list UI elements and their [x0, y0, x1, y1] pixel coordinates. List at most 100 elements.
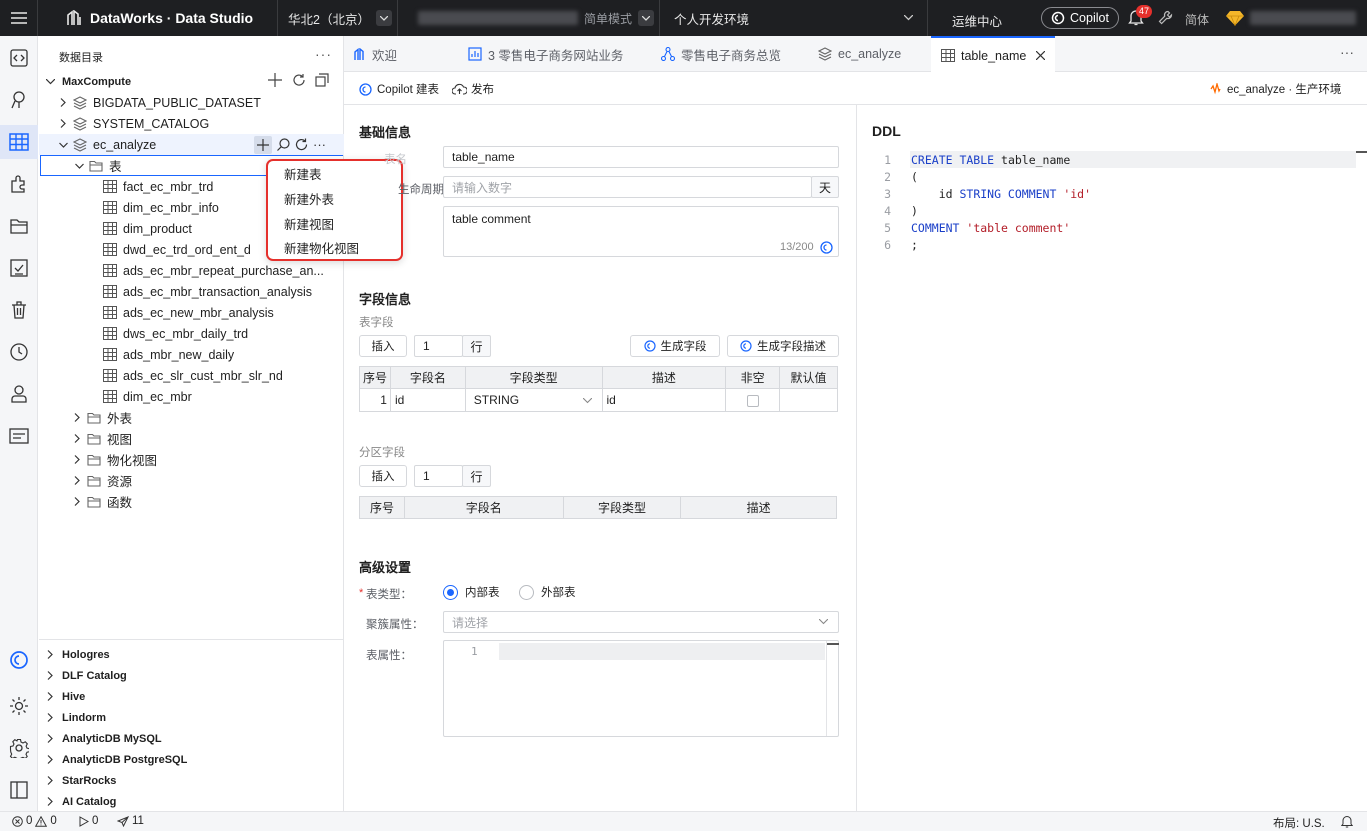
region-selector[interactable]: 华北2（北京）	[278, 0, 398, 36]
extensions-nav[interactable]	[7, 172, 31, 196]
tree-table-item[interactable]: ads_ec_new_mbr_analysis	[39, 302, 344, 323]
catalog-section[interactable]: Hologres	[39, 644, 344, 665]
insert-count-input[interactable]: 1	[414, 335, 463, 357]
generate-desc-button[interactable]: 生成字段描述	[727, 335, 839, 357]
ops-center-link[interactable]: 运维中心	[952, 11, 1002, 30]
internal-table-radio[interactable]: 内部表	[443, 584, 500, 600]
notifications-status-button[interactable]	[1341, 815, 1353, 828]
copilot-comment-button[interactable]	[820, 241, 833, 254]
environment-selector[interactable]: 个人开发环境	[660, 0, 928, 36]
menu-item-new-table[interactable]: 新建表	[284, 164, 322, 183]
tree-item-label: dwd_ec_trd_ord_ent_d	[123, 242, 251, 257]
tree-folder-functions[interactable]: 函数	[39, 491, 344, 512]
copilot-button[interactable]: Copilot	[1041, 7, 1119, 29]
insert-partition-button[interactable]: 插入	[359, 465, 407, 487]
menu-item-new-view[interactable]: 新建视图	[284, 214, 334, 233]
lifecycle-input[interactable]: 请输入数字	[443, 176, 812, 198]
field-desc-cell[interactable]: id	[601, 388, 727, 412]
language-switch[interactable]: 简体	[1185, 11, 1209, 28]
cluster-select[interactable]: 请选择	[443, 611, 839, 633]
tab-retail-overview[interactable]: 零售电子商务总览	[661, 36, 781, 72]
catalog-section[interactable]: AnalyticDB MySQL	[39, 728, 344, 749]
default-value-cell[interactable]	[779, 388, 838, 412]
catalog-section[interactable]: AI Catalog	[39, 791, 344, 812]
tree-item-bigdata-public-dataset[interactable]: BIGDATA_PUBLIC_DATASET	[39, 92, 344, 113]
user-nav[interactable]	[7, 382, 31, 406]
settings-nav[interactable]	[7, 736, 31, 760]
environment-label: 个人开发环境	[674, 12, 750, 27]
partition-count-input[interactable]: 1	[414, 465, 463, 487]
external-table-radio[interactable]: 外部表	[519, 584, 576, 600]
tab-retail-business[interactable]: 3 零售电子商务网站业务	[468, 36, 623, 72]
tree-folder-external-tables[interactable]: 外表	[39, 407, 344, 428]
refresh-button[interactable]	[292, 73, 306, 87]
tree-folder-materialized-views[interactable]: 物化视图	[39, 449, 344, 470]
theme-nav[interactable]	[7, 694, 31, 718]
tree-folder-views[interactable]: 视图	[39, 428, 344, 449]
copilot-nav[interactable]	[7, 648, 31, 672]
not-null-checkbox-cell[interactable]	[725, 388, 781, 412]
workspace-selector[interactable]: 简单模式	[398, 0, 660, 36]
catalog-section[interactable]: AnalyticDB PostgreSQL	[39, 749, 344, 770]
field-type-select[interactable]: STRING	[464, 388, 603, 412]
insert-field-button[interactable]: 插入	[359, 335, 407, 357]
console-nav[interactable]	[7, 424, 31, 448]
code-editor-nav[interactable]	[7, 46, 31, 70]
tab-ec-analyze[interactable]: ec_analyze	[818, 36, 901, 72]
product-logo[interactable]: DataWorks · Data Studio	[38, 0, 278, 36]
tree-table-item[interactable]: dim_ec_mbr	[39, 386, 344, 407]
tools-button[interactable]	[1158, 10, 1173, 25]
trash-icon	[12, 301, 26, 319]
tree-table-item[interactable]: ads_ec_mbr_repeat_purchase_an...	[39, 260, 344, 281]
more-options-icon[interactable]: ···	[315, 46, 332, 62]
account-menu[interactable]	[1226, 10, 1244, 26]
table-name-input[interactable]: table_name	[443, 146, 839, 168]
catalog-section[interactable]: StarRocks	[39, 770, 344, 791]
panel-title: 数据目录	[59, 52, 103, 64]
tab-table-name[interactable]: table_name	[931, 36, 1055, 73]
search-button[interactable]	[277, 138, 290, 151]
problems-indicator[interactable]: 0 0	[12, 815, 57, 827]
more-tabs-icon[interactable]: ···	[1340, 44, 1354, 60]
field-name-cell[interactable]: id	[389, 388, 466, 412]
toggle-panel-nav[interactable]	[7, 778, 31, 802]
data-catalog-nav[interactable]	[0, 125, 38, 159]
hamburger-menu-button[interactable]	[0, 0, 38, 36]
tree-item-system-catalog[interactable]: SYSTEM_CATALOG	[39, 113, 344, 134]
lineage-nav[interactable]	[7, 88, 31, 112]
menu-item-new-external-table[interactable]: 新建外表	[284, 189, 334, 208]
more-options-icon[interactable]: ···	[313, 137, 326, 152]
tree-table-item[interactable]: ads_ec_mbr_transaction_analysis	[39, 281, 344, 302]
catalog-section[interactable]: Hive	[39, 686, 344, 707]
generate-fields-button[interactable]: 生成字段	[630, 335, 720, 357]
scrollbar-thumb[interactable]	[1356, 151, 1367, 153]
add-object-button[interactable]	[254, 135, 272, 154]
recycle-bin-nav[interactable]	[7, 298, 31, 322]
table-props-editor[interactable]: 1	[443, 640, 839, 737]
not-null-checkbox[interactable]	[746, 394, 759, 407]
copilot-build-button[interactable]: Copilot 建表	[359, 81, 439, 97]
layout-indicator[interactable]: 布局: U.S.	[1273, 815, 1325, 831]
catalog-section[interactable]: Lindorm	[39, 707, 344, 728]
tab-welcome[interactable]: 欢迎	[354, 36, 397, 72]
environment-info-label: ec_analyze · 生产环境	[1227, 84, 1342, 96]
menu-item-new-materialized-view[interactable]: 新建物化视图	[284, 238, 359, 257]
history-nav[interactable]	[7, 340, 31, 364]
close-icon[interactable]	[1036, 51, 1046, 60]
refresh-button[interactable]	[295, 138, 308, 151]
collapse-all-button[interactable]	[315, 73, 329, 87]
code-keyword: STRING COMMENT	[959, 186, 1057, 201]
tasks-nav[interactable]	[7, 256, 31, 280]
tree-table-item[interactable]: dws_ec_mbr_daily_trd	[39, 323, 344, 344]
publish-button[interactable]: 发布	[452, 81, 494, 97]
chevron-right-icon	[44, 776, 56, 785]
files-nav[interactable]	[7, 214, 31, 238]
tree-table-item[interactable]: ads_ec_slr_cust_mbr_slr_nd	[39, 365, 344, 386]
add-button[interactable]	[268, 73, 282, 87]
catalog-section[interactable]: DLF Catalog	[39, 665, 344, 686]
tree-folder-resources[interactable]: 资源	[39, 470, 344, 491]
run-indicator[interactable]: 0	[79, 815, 98, 827]
editor-scrollbar[interactable]	[826, 641, 839, 736]
sent-indicator[interactable]: 11	[117, 815, 144, 827]
tree-table-item[interactable]: ads_mbr_new_daily	[39, 344, 344, 365]
